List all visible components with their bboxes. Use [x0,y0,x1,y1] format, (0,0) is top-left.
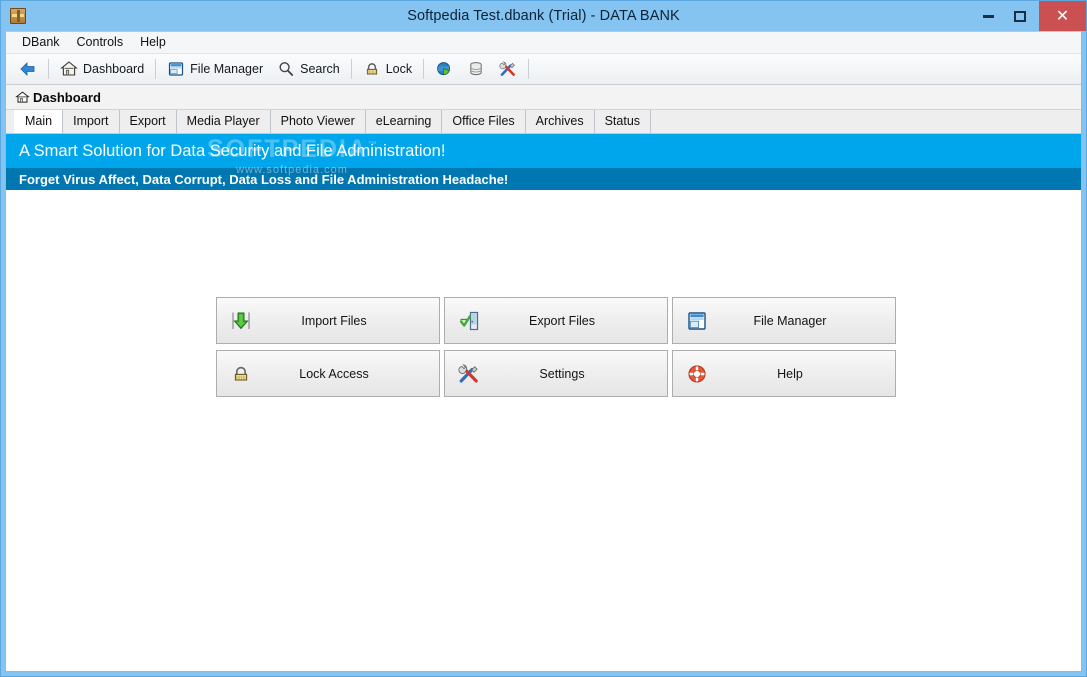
toolbar-search-button[interactable]: Search [270,57,347,81]
breadcrumb: Dashboard [6,85,1081,110]
tools-icon [458,363,480,385]
search-icon [277,60,295,78]
toolbar-separator [423,59,425,79]
toolbar-separator [528,59,530,79]
banner-subhead-bar: Forget Virus Affect, Data Corrupt, Data … [6,168,1081,190]
maximize-icon [1014,10,1026,22]
toolbar-globe-button[interactable] [428,57,460,81]
database-icon [467,60,485,78]
banner-subhead: Forget Virus Affect, Data Corrupt, Data … [19,171,509,187]
window-controls: ✕ [972,1,1086,31]
home-icon [15,90,30,105]
settings-button[interactable]: Settings [444,350,668,397]
tab-archives[interactable]: Archives [524,110,595,133]
menu-item-controls[interactable]: Controls [69,34,133,52]
tab-export[interactable]: Export [118,110,177,133]
globe-chart-icon [435,60,453,78]
menu-item-help[interactable]: Help [132,34,175,52]
tab-photo-viewer[interactable]: Photo Viewer [269,110,366,133]
close-icon: ✕ [1055,6,1070,25]
minimize-button[interactable] [972,1,1004,31]
tools-icon [499,60,517,78]
file-manager-icon [167,60,185,78]
tab-strip: Main Import Export Media Player Photo Vi… [6,110,1081,134]
toolbar-tools-button[interactable] [492,57,524,81]
toolbar-dashboard-label: Dashboard [83,61,145,76]
promo-banner: A Smart Solution for Data Security and F… [6,134,1081,190]
databank-chest-icon [10,8,26,24]
tab-media-player[interactable]: Media Player [175,110,271,133]
toolbar-search-label: Search [300,61,340,76]
padlock-icon [230,363,252,385]
breadcrumb-label: Dashboard [33,89,101,105]
minimize-icon [982,14,994,18]
toolbar-separator [155,59,157,79]
menu-item-dbank[interactable]: DBank [14,34,69,52]
client-area: DBank Controls Help Dashboard File Manag… [5,31,1082,672]
toolbar-separator [48,59,49,79]
lock-access-button[interactable]: Lock Access [216,350,440,397]
toolbar-separator [350,59,352,79]
export-door-icon [458,310,480,332]
menu-bar: DBank Controls Help [6,32,1081,54]
maximize-button[interactable] [1004,1,1036,31]
import-files-button[interactable]: Import Files [216,297,440,344]
back-arrow-icon [19,60,37,78]
toolbar-lock-label: Lock [385,61,413,76]
banner-headline: A Smart Solution for Data Security and F… [19,141,446,160]
tab-import[interactable]: Import [62,110,120,133]
lock-icon [363,60,381,78]
export-files-button[interactable]: Export Files [444,297,668,344]
tab-main[interactable]: Main [14,110,64,133]
dashboard-button-grid: Import Files Export Files File Manager L… [216,297,896,397]
tab-elearning[interactable]: eLearning [364,110,443,133]
close-button[interactable]: ✕ [1039,1,1086,31]
toolbar-file-manager-label: File Manager [190,61,264,76]
toolbar: Dashboard File Manager Search Lock [6,54,1081,85]
tab-office-files[interactable]: Office Files [441,110,526,133]
file-manager-icon [686,310,708,332]
import-down-arrow-icon [230,310,252,332]
toolbar-database-button[interactable] [460,57,492,81]
toolbar-file-manager-button[interactable]: File Manager [160,57,270,81]
toolbar-back-button[interactable] [12,57,44,81]
dashboard-body: Import Files Export Files File Manager L… [6,190,1081,671]
banner-headline-bar: A Smart Solution for Data Security and F… [6,134,1081,168]
home-icon [60,60,78,78]
tab-status[interactable]: Status [593,110,652,133]
toolbar-lock-button[interactable]: Lock [356,57,419,81]
application-window: Softpedia Test.dbank (Trial) - DATA BANK… [0,0,1087,677]
window-title: Softpedia Test.dbank (Trial) - DATA BANK [407,8,680,24]
title-bar[interactable]: Softpedia Test.dbank (Trial) - DATA BANK… [1,1,1086,31]
lifebuoy-icon [686,363,708,385]
help-button[interactable]: Help [672,350,896,397]
toolbar-dashboard-button[interactable]: Dashboard [53,57,151,81]
file-manager-button[interactable]: File Manager [672,297,896,344]
